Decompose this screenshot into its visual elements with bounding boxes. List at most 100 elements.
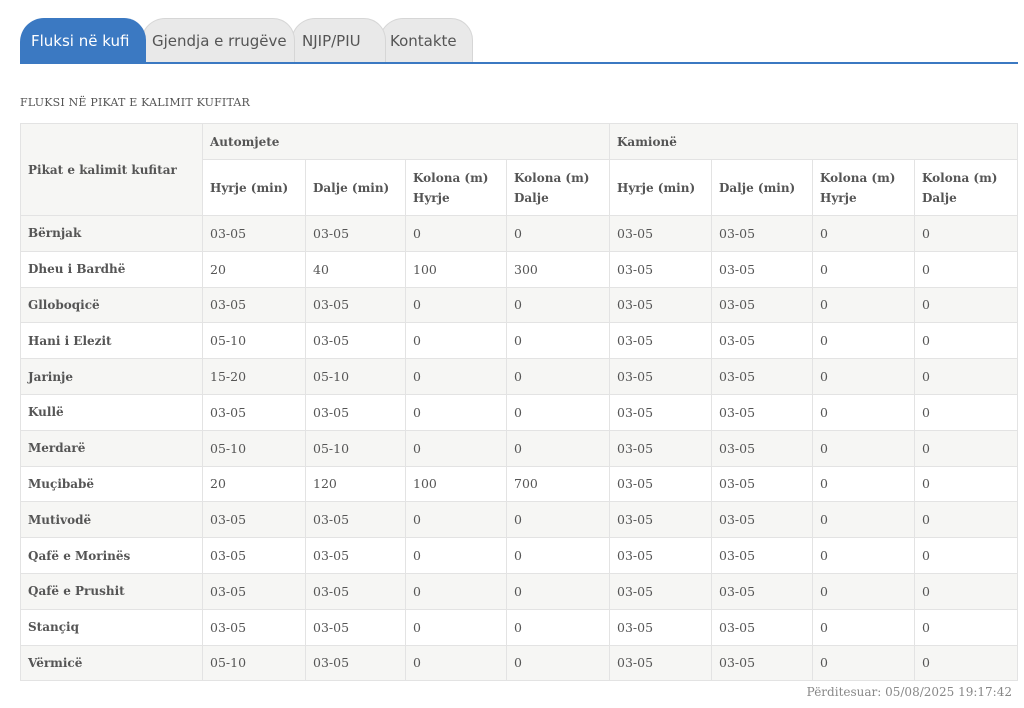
table-row: Mutivodë 03-05 03-05 0 0 03-05 03-05 0 0 [20,501,1019,539]
crossing-name-cell: Stançiq [20,608,203,646]
table-cell: 03-05 [609,286,712,324]
table-cell: 0 [812,429,915,467]
table-cell: 0 [506,393,610,431]
table-cell: 03-05 [711,644,813,682]
table-cell: 03-05 [305,644,406,682]
last-updated-timestamp: Përditesuar: 05/08/2025 19:17:42 [806,685,1012,699]
table-cell: 03-05 [202,572,306,610]
table-row: Stançiq 03-05 03-05 0 0 03-05 03-05 0 0 [20,608,1019,646]
tab-kontakte[interactable]: Kontakte [379,18,473,62]
table-cell: 03-05 [711,465,813,503]
table-row: Muçibabë 20 120 100 700 03-05 03-05 0 0 [20,465,1019,503]
table-cell: 0 [405,608,507,646]
table-cell: 0 [913,393,1019,431]
header-trucks-exit: Dalje (min) [711,159,813,216]
header-group-kamione: Kamionë [608,123,1019,160]
table-row: Qafë e Morinës 03-05 03-05 0 0 03-05 03-05 0 0 [20,537,1019,574]
table-row: Vërmicë 05-10 03-05 0 0 03-05 03-05 0 0 [20,644,1019,682]
table-cell: 15-20 [202,358,306,395]
table-cell: 700 [506,465,610,503]
table-cell: 03-05 [305,322,406,360]
table-cell: 0 [405,358,507,395]
table-cell: 03-05 [711,501,813,539]
header-cars-entry: Hyrje (min) [202,159,306,216]
crossing-name-cell: Bërnjak [20,215,203,252]
table-cell: 03-05 [609,250,712,288]
table-cell: 03-05 [711,429,813,467]
table-cell: 20 [202,250,306,288]
table-cell: 0 [812,537,915,574]
header-group-automjete: Automjete [202,123,610,160]
header-cars-exit: Dalje (min) [305,159,406,216]
header-border-crossings: Pikat e kalimit kufitar [20,123,203,216]
table-cell: 0 [913,429,1019,467]
table-cell: 0 [812,358,915,395]
table-body: Bërnjak 03-05 03-05 0 0 03-05 03-05 0 0 Dheu i Ba… [20,215,1019,682]
table-cell: 03-05 [202,286,306,324]
table-cell: 0 [405,537,507,574]
table-cell: 20 [202,465,306,503]
table-cell: 0 [506,572,610,610]
table-cell: 03-05 [711,572,813,610]
table-cell: 03-05 [305,215,406,252]
table-row: Dheu i Bardhë 20 40 100 300 03-05 03-05 0 0 [20,250,1019,288]
header-trucks-queue-entry: Kolona (m) Hyrje [812,159,915,216]
table-cell: 05-10 [202,644,306,682]
table-cell: 0 [405,501,507,539]
table-cell: 03-05 [305,286,406,324]
table-cell: 0 [506,286,610,324]
table-cell: 0 [913,465,1019,503]
table-cell: 03-05 [202,537,306,574]
table-cell: 0 [913,322,1019,360]
table-cell: 0 [506,537,610,574]
table-cell: 0 [405,215,507,252]
table-cell: 03-05 [202,501,306,539]
table-cell: 03-05 [609,501,712,539]
table-cell: 0 [913,286,1019,324]
crossing-name-cell: Vërmicë [20,644,203,682]
table-cell: 0 [812,608,915,646]
table-row: Jarinje 15-20 05-10 0 0 03-05 03-05 0 0 [20,358,1019,395]
table-cell: 03-05 [305,608,406,646]
table-cell: 0 [506,644,610,682]
table-cell: 0 [913,358,1019,395]
table-row: Hani i Elezit 05-10 03-05 0 0 03-05 03-05 0 0 [20,322,1019,360]
crossing-name-cell: Dheu i Bardhë [20,250,203,288]
tab-fluksi-ne-kufi[interactable]: Fluksi në kufi [20,18,146,62]
crossing-name-cell: Glloboqicë [20,286,203,324]
table-cell: 0 [913,537,1019,574]
table-cell: 0 [506,501,610,539]
table-cell: 0 [405,429,507,467]
table-cell: 120 [305,465,406,503]
table-cell: 0 [812,644,915,682]
table-cell: 40 [305,250,406,288]
table-cell: 0 [913,501,1019,539]
table-cell: 0 [812,393,915,431]
table-cell: 0 [812,465,915,503]
table-cell: 0 [506,429,610,467]
table-cell: 0 [812,286,915,324]
table-cell: 05-10 [305,358,406,395]
table-cell: 03-05 [609,644,712,682]
table-cell: 03-05 [202,393,306,431]
table-cell: 03-05 [711,215,813,252]
table-cell: 0 [913,215,1019,252]
table-cell: 0 [405,393,507,431]
tab-njip-piu[interactable]: NJIP/PIU [291,18,386,62]
table-cell: 05-10 [202,429,306,467]
table-cell: 03-05 [305,572,406,610]
table-cell: 0 [913,250,1019,288]
tab-gjendja-e-rrugeve[interactable]: Gjendja e rrugëve [141,18,295,62]
border-flow-table: Pikat e kalimit kufitar Automjete Kamion… [20,123,1019,682]
section-title: FLUKSI NË PIKAT E KALIMIT KUFITAR [20,96,251,109]
table-cell: 05-10 [202,322,306,360]
table-cell: 0 [405,572,507,610]
header-cars-queue-exit: Kolona (m) Dalje [506,159,610,216]
table-cell: 0 [506,322,610,360]
table-cell: 03-05 [609,608,712,646]
table-cell: 0 [812,215,915,252]
crossing-name-cell: Jarinje [20,358,203,395]
table-cell: 03-05 [305,537,406,574]
table-cell: 03-05 [711,608,813,646]
table-cell: 03-05 [711,250,813,288]
